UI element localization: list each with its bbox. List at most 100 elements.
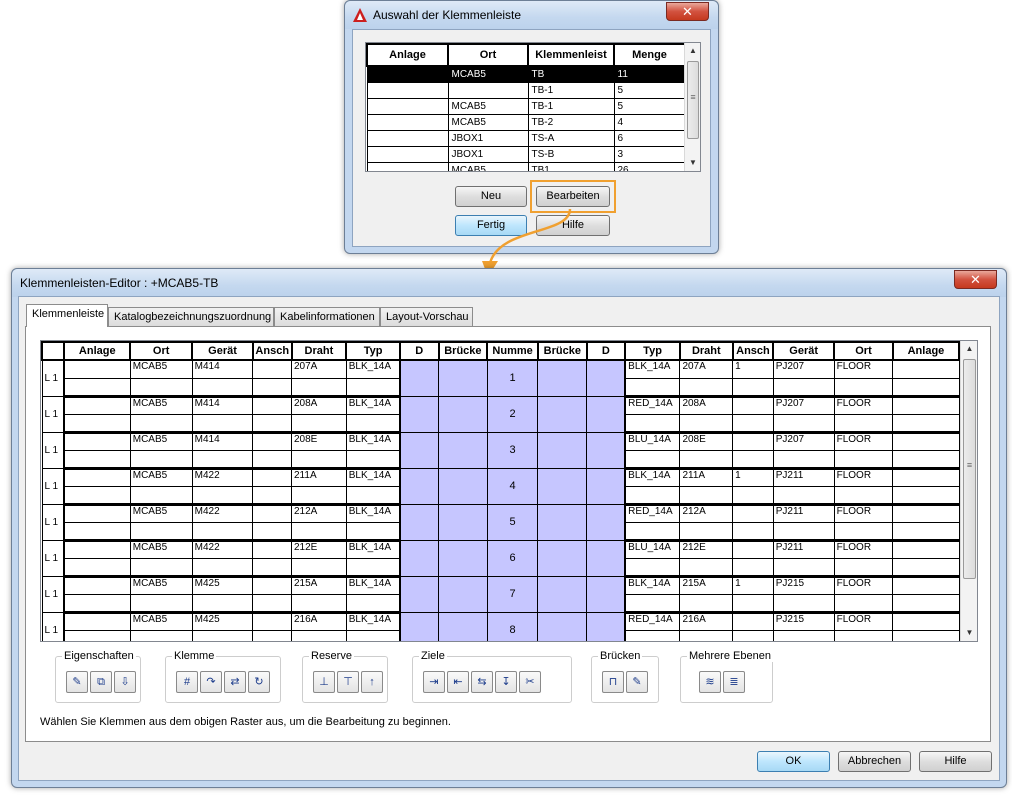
cell-empty[interactable] — [537, 395, 588, 433]
insert-spare-icon[interactable]: ⊥ — [313, 671, 335, 693]
cell-l_typ[interactable]: BLK_14A — [345, 395, 402, 415]
cell-l_typ[interactable]: BLK_14A — [345, 431, 402, 451]
level-cell[interactable]: L 1 — [41, 503, 66, 541]
col-header-0[interactable] — [41, 341, 66, 361]
cell-empty[interactable] — [191, 449, 254, 470]
cell-empty[interactable] — [399, 431, 440, 469]
cell-menge[interactable]: 5 — [613, 81, 686, 99]
cell-nummer[interactable]: 1 — [486, 359, 539, 397]
help-button[interactable]: Hilfe — [919, 751, 992, 772]
cell-r_typ[interactable]: BLK_14A — [624, 467, 681, 487]
cell-empty[interactable] — [892, 539, 960, 559]
cell-l_ansch[interactable] — [252, 395, 292, 415]
cell-empty[interactable] — [537, 503, 588, 541]
cell-empty[interactable] — [129, 413, 193, 434]
col-header-8[interactable]: Brücke — [437, 341, 489, 361]
cell-l_typ[interactable]: BLK_14A — [345, 611, 402, 631]
cell-r_ort[interactable]: FLOOR — [833, 359, 894, 379]
cell-r_ort[interactable]: FLOOR — [833, 575, 894, 595]
cell-empty[interactable] — [892, 593, 960, 614]
cell-empty[interactable] — [345, 485, 402, 506]
cell-anlage[interactable] — [366, 81, 449, 99]
cell-r_ort[interactable]: FLOOR — [833, 539, 894, 559]
cell-empty[interactable] — [345, 377, 402, 398]
cell-menge[interactable]: 26 — [613, 161, 686, 171]
copy-properties-icon[interactable]: ⧉ — [90, 671, 112, 693]
cell-empty[interactable] — [129, 521, 193, 542]
col-header-14[interactable]: Ansch — [731, 341, 775, 361]
cell-r_draht[interactable]: 212E — [679, 539, 734, 559]
cell-empty[interactable] — [892, 611, 960, 631]
cell-l_geraet[interactable]: M425 — [191, 575, 254, 595]
cell-empty[interactable] — [63, 485, 131, 506]
cell-r_draht[interactable]: 207A — [679, 359, 734, 379]
cell-empty[interactable] — [679, 413, 734, 434]
cell-empty[interactable] — [63, 503, 131, 523]
cell-empty[interactable] — [252, 449, 292, 470]
cell-empty[interactable] — [732, 377, 774, 398]
cell-r_typ[interactable]: RED_14A — [624, 503, 681, 523]
cell-nummer[interactable]: 2 — [486, 395, 539, 433]
cell-r_typ[interactable]: BLU_14A — [624, 431, 681, 451]
cell-l_geraet[interactable]: M414 — [191, 359, 254, 379]
cell-empty[interactable] — [252, 521, 292, 542]
cell-nummer[interactable]: 3 — [486, 431, 539, 469]
cell-empty[interactable] — [586, 539, 627, 577]
cell-empty[interactable] — [772, 557, 835, 578]
cell-empty[interactable] — [624, 629, 681, 641]
cell-r_ansch[interactable]: 1 — [732, 467, 774, 487]
cell-empty[interactable] — [63, 557, 131, 578]
cell-empty[interactable] — [438, 611, 488, 641]
reorder-terminal-icon[interactable]: ⇄ — [224, 671, 246, 693]
cell-r_geraet[interactable]: PJ211 — [772, 467, 835, 487]
cell-l_draht[interactable]: 216A — [291, 611, 347, 631]
scroll-up-icon[interactable]: ▲ — [685, 43, 700, 59]
cell-r_ansch[interactable] — [732, 539, 774, 559]
cell-anlage[interactable] — [366, 161, 449, 171]
cell-empty[interactable] — [892, 467, 960, 487]
table-row[interactable]: MCAB5 TB1 26 — [366, 161, 686, 171]
cell-l_draht[interactable]: 208A — [291, 395, 347, 415]
cell-empty[interactable] — [191, 485, 254, 506]
cell-ort[interactable]: MCAB5 — [447, 65, 529, 83]
cell-menge[interactable]: 5 — [613, 97, 686, 115]
cell-empty[interactable] — [291, 557, 347, 578]
cell-empty[interactable] — [399, 359, 440, 397]
cell-empty[interactable] — [732, 449, 774, 470]
cell-l_draht[interactable]: 207A — [291, 359, 347, 379]
destination-2-icon[interactable]: ⇤ — [447, 671, 469, 693]
cell-empty[interactable] — [252, 557, 292, 578]
cell-empty[interactable] — [191, 413, 254, 434]
close-icon[interactable]: ✕ — [666, 2, 709, 21]
cell-empty[interactable] — [345, 521, 402, 542]
cell-r_draht[interactable]: 212A — [679, 503, 734, 523]
cell-r_draht[interactable]: 208E — [679, 431, 734, 451]
cell-empty[interactable] — [129, 377, 193, 398]
cell-l_ort[interactable]: MCAB5 — [129, 539, 193, 559]
cell-r_draht[interactable]: 215A — [679, 575, 734, 595]
col-header-4[interactable]: Ansch — [251, 341, 293, 361]
cell-empty[interactable] — [291, 449, 347, 470]
cell-empty[interactable] — [732, 485, 774, 506]
terminal-strip-list[interactable]: Anlage Ort Klemmenleist Menge MCAB5 TB 11 T… — [365, 42, 701, 172]
cell-empty[interactable] — [537, 359, 588, 397]
cell-nummer[interactable]: 8 — [486, 611, 539, 641]
cell-empty[interactable] — [586, 395, 627, 433]
destination-4-icon[interactable]: ↧ — [495, 671, 517, 693]
cell-anlage[interactable] — [366, 65, 449, 83]
cell-empty[interactable] — [129, 557, 193, 578]
cell-empty[interactable] — [892, 557, 960, 578]
cell-l_geraet[interactable]: M422 — [191, 467, 254, 487]
col-header-10[interactable]: Brücke — [536, 341, 588, 361]
cell-empty[interactable] — [63, 575, 131, 595]
cell-r_ort[interactable]: FLOOR — [833, 431, 894, 451]
cell-klemmenleiste[interactable]: TB-2 — [527, 113, 615, 131]
cell-klemmenleiste[interactable]: TB1 — [527, 161, 615, 171]
cell-l_draht[interactable]: 215A — [291, 575, 347, 595]
tab-klemmenleiste[interactable]: Klemmenleiste — [26, 304, 108, 327]
cell-empty[interactable] — [833, 593, 894, 614]
cell-empty[interactable] — [732, 593, 774, 614]
cell-empty[interactable] — [537, 539, 588, 577]
cell-empty[interactable] — [833, 557, 894, 578]
cell-klemmenleiste[interactable]: TS-A — [527, 129, 615, 147]
